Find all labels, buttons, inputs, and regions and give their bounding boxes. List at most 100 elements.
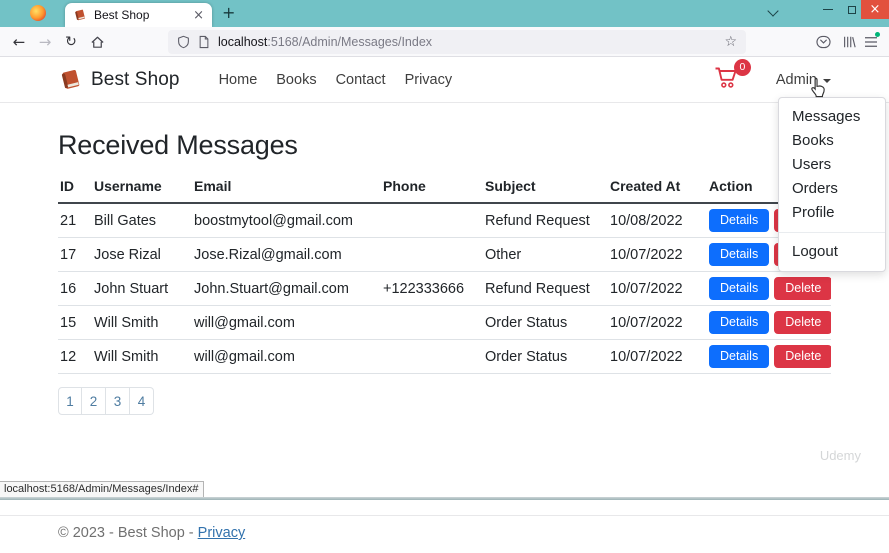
nav-link-books[interactable]: Books <box>276 72 316 88</box>
cell-created_at: 10/07/2022 <box>608 306 707 340</box>
details-button[interactable]: Details <box>709 277 769 301</box>
details-button[interactable]: Details <box>709 311 769 335</box>
browser-tab[interactable]: Best Shop × <box>65 3 212 27</box>
url-host: localhost <box>218 35 267 49</box>
page-content: Best Shop Home Books Contact Privacy 0 Admi… <box>0 57 889 497</box>
table-row: 16John StuartJohn.Stuart@gmail.com+12233… <box>58 272 831 306</box>
details-button[interactable]: Details <box>709 345 769 369</box>
page-button-2[interactable]: 2 <box>82 387 106 415</box>
pocket-icon[interactable] <box>812 31 834 53</box>
menu-item-profile[interactable]: Profile <box>779 201 885 225</box>
firefox-icon[interactable] <box>30 5 46 21</box>
delete-button[interactable]: Delete <box>774 277 831 301</box>
cell-action: DetailsDelete <box>707 340 831 374</box>
page-button-1[interactable]: 1 <box>58 387 82 415</box>
admin-menu-items: MessagesBooksUsersOrdersProfile <box>779 105 885 225</box>
cell-email: will@gmail.com <box>192 306 381 340</box>
admin-dropdown-menu: MessagesBooksUsersOrdersProfile Logout <box>778 97 886 272</box>
window-minimize-icon[interactable] <box>816 0 840 19</box>
table-body: 21Bill Gatesboostmytool@gmail.comRefund … <box>58 203 831 374</box>
menu-item-logout[interactable]: Logout <box>779 240 885 264</box>
dropdown-divider <box>779 232 885 233</box>
tab-close-icon[interactable]: × <box>193 9 204 22</box>
home-icon[interactable] <box>86 31 108 53</box>
book-logo-icon <box>58 67 83 92</box>
menu-notification-dot <box>875 32 880 37</box>
cell-email: will@gmail.com <box>192 340 381 374</box>
menu-item-books[interactable]: Books <box>779 129 885 153</box>
url-bar[interactable]: localhost:5168/Admin/Messages/Index ☆ <box>168 30 746 54</box>
cell-phone <box>381 203 483 238</box>
url-text[interactable]: localhost:5168/Admin/Messages/Index <box>218 35 718 49</box>
cell-phone <box>381 306 483 340</box>
cell-subject: Order Status <box>483 340 608 374</box>
window-close-icon[interactable]: × <box>861 0 889 19</box>
footer: © 2023 - Best Shop - Privacy <box>0 515 889 553</box>
forward-icon: → <box>34 31 56 53</box>
menu-hamburger-icon[interactable] <box>860 31 882 53</box>
column-header-subject: Subject <box>483 174 608 203</box>
cell-created_at: 10/07/2022 <box>608 272 707 306</box>
nav-link-home[interactable]: Home <box>219 72 258 88</box>
book-favicon-icon <box>73 8 87 22</box>
cell-id: 12 <box>58 340 92 374</box>
cell-created_at: 10/07/2022 <box>608 340 707 374</box>
reload-icon[interactable]: ↻ <box>60 31 82 53</box>
shield-icon[interactable] <box>177 35 190 49</box>
cell-subject: Other <box>483 238 608 272</box>
column-header-username: Username <box>92 174 192 203</box>
tab-list-chevron-icon[interactable] <box>768 7 777 16</box>
nav-right: 0 Admin <box>714 66 831 94</box>
nav-links: Home Books Contact Privacy <box>200 72 453 88</box>
caret-down-icon <box>823 79 831 83</box>
table-row: 17Jose RizalJose.Rizal@gmail.comOther10/… <box>58 238 831 272</box>
url-path: :5168/Admin/Messages/Index <box>267 35 432 49</box>
column-header-id: ID <box>58 174 92 203</box>
site-navbar: Best Shop Home Books Contact Privacy 0 Admi… <box>0 57 889 103</box>
menu-item-orders[interactable]: Orders <box>779 177 885 201</box>
back-icon[interactable]: ← <box>8 31 30 53</box>
cell-created_at: 10/08/2022 <box>608 203 707 238</box>
cell-id: 15 <box>58 306 92 340</box>
page-info-icon[interactable] <box>198 35 210 49</box>
nav-link-privacy[interactable]: Privacy <box>405 72 453 88</box>
cell-username: John Stuart <box>92 272 192 306</box>
cell-phone <box>381 340 483 374</box>
admin-label: Admin <box>776 72 817 88</box>
cell-subject: Refund Request <box>483 272 608 306</box>
column-header-created-at: Created At <box>608 174 707 203</box>
watermark: Udemy <box>820 448 861 463</box>
cart-count-badge: 0 <box>734 59 751 76</box>
cart-button[interactable]: 0 <box>714 66 739 94</box>
table-row: 21Bill Gatesboostmytool@gmail.comRefund … <box>58 203 831 238</box>
delete-button[interactable]: Delete <box>774 311 831 335</box>
details-button[interactable]: Details <box>709 209 769 233</box>
cell-username: Will Smith <box>92 340 192 374</box>
cell-email: John.Stuart@gmail.com <box>192 272 381 306</box>
menu-item-messages[interactable]: Messages <box>779 105 885 129</box>
browser-titlebar: Best Shop × + × <box>0 0 889 27</box>
page-title: Received Messages <box>58 130 831 161</box>
cell-subject: Refund Request <box>483 203 608 238</box>
new-tab-icon[interactable]: + <box>222 4 235 22</box>
brand[interactable]: Best Shop <box>58 67 180 92</box>
page-button-3[interactable]: 3 <box>106 387 130 415</box>
nav-link-contact[interactable]: Contact <box>336 72 386 88</box>
status-bar-link: localhost:5168/Admin/Messages/Index# <box>0 481 204 497</box>
bookmark-star-icon[interactable]: ☆ <box>724 34 737 50</box>
tab-title: Best Shop <box>94 8 193 22</box>
cell-id: 17 <box>58 238 92 272</box>
browser-toolbar: ← → ↻ localhost:5168/Admin/Messages/Inde… <box>0 27 889 57</box>
cell-created_at: 10/07/2022 <box>608 238 707 272</box>
cell-phone: +122333666 <box>381 272 483 306</box>
table-row: 15Will Smithwill@gmail.comOrder Status10… <box>58 306 831 340</box>
library-icon[interactable] <box>838 31 860 53</box>
cell-username: Will Smith <box>92 306 192 340</box>
menu-item-users[interactable]: Users <box>779 153 885 177</box>
page-button-4[interactable]: 4 <box>130 387 154 415</box>
cell-phone <box>381 238 483 272</box>
delete-button[interactable]: Delete <box>774 345 831 369</box>
details-button[interactable]: Details <box>709 243 769 267</box>
admin-dropdown-toggle[interactable]: Admin <box>776 72 831 88</box>
footer-privacy-link[interactable]: Privacy <box>198 525 246 541</box>
